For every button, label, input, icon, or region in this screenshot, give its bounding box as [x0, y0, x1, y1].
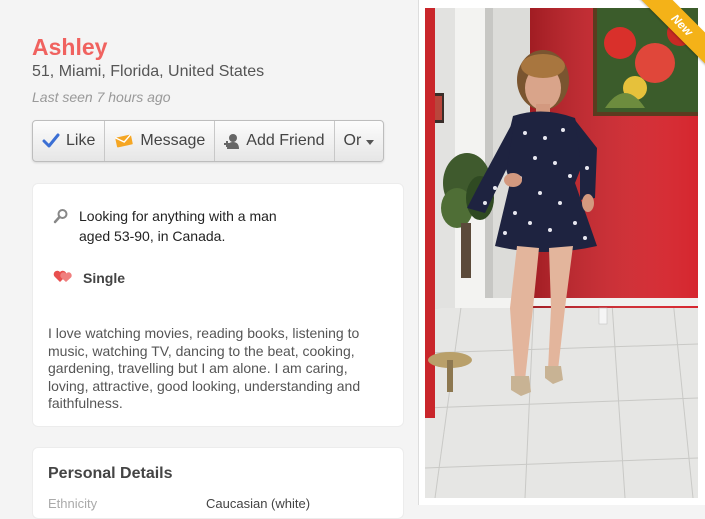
personal-details-title: Personal Details: [48, 465, 173, 482]
profile-location: 51, Miami, Florida, United States: [32, 63, 265, 80]
bio-text: I love watching movies, reading books, l…: [48, 325, 361, 411]
profile-name: Ashley: [32, 34, 108, 60]
message-label: Message: [140, 132, 206, 149]
hearts-icon: [53, 268, 73, 287]
profile-panel: Ashley 51, Miami, Florida, United States…: [0, 0, 418, 519]
message-button[interactable]: Message: [105, 121, 216, 161]
more-actions-dropdown[interactable]: Or: [335, 121, 384, 161]
chevron-down-icon: [366, 139, 375, 145]
like-button[interactable]: Like: [33, 121, 106, 161]
search-icon: [53, 208, 69, 246]
action-buttons: Like Message Add Friend Or: [32, 120, 385, 162]
checkmark-icon: [42, 133, 60, 149]
personal-details-card: Personal Details Ethnicity Caucasian (wh…: [32, 447, 404, 519]
like-label: Like: [66, 132, 96, 149]
add-user-icon: [224, 133, 240, 149]
more-actions-label: Or: [343, 132, 362, 149]
add-friend-label: Add Friend: [246, 132, 325, 149]
last-seen: Last seen 7 hours ago: [32, 89, 171, 105]
relationship-status: Single: [53, 268, 125, 287]
add-friend-button[interactable]: Add Friend: [215, 121, 335, 161]
looking-for-line2: aged 53-90, in Canada.: [79, 228, 226, 244]
detail-label-ethnicity: Ethnicity: [48, 496, 98, 511]
envelope-icon: [114, 133, 134, 148]
looking-for-line1: Looking for anything with a man: [79, 208, 277, 224]
detail-value-ethnicity: Caucasian (white): [206, 496, 311, 511]
looking-for: Looking for anything with a man aged 53-…: [53, 206, 299, 246]
profile-photo[interactable]: [425, 8, 698, 498]
relationship-status-label: Single: [83, 269, 126, 286]
profile-summary-card: Looking for anything with a man aged 53-…: [32, 183, 404, 427]
looking-for-text: Looking for anything with a man aged 53-…: [79, 206, 299, 246]
profile-photo-frame: New: [418, 0, 705, 505]
